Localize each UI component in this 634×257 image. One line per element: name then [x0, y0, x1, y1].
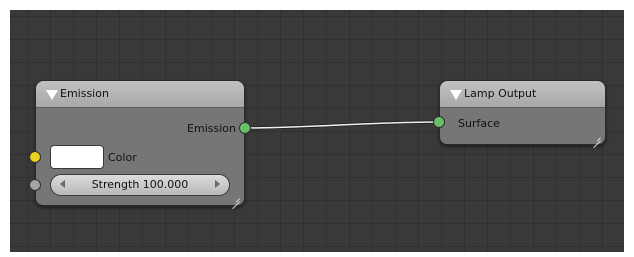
- emission-output-label: Emission: [187, 122, 236, 135]
- color-input-socket[interactable]: [29, 151, 41, 163]
- color-swatch[interactable]: [50, 145, 104, 169]
- emission-output-socket[interactable]: [239, 122, 251, 134]
- collapse-triangle-icon[interactable]: [450, 90, 462, 100]
- lamp-output-node-header[interactable]: Lamp Output: [440, 81, 605, 108]
- arrow-left-icon[interactable]: [60, 180, 65, 188]
- strength-input-socket[interactable]: [29, 179, 41, 191]
- surface-input-socket[interactable]: [433, 116, 445, 128]
- emission-node-title: Emission: [60, 87, 109, 100]
- color-label: Color: [108, 151, 137, 164]
- arrow-right-icon[interactable]: [215, 180, 220, 188]
- lamp-output-node-title: Lamp Output: [464, 87, 537, 100]
- resize-grip-icon[interactable]: [593, 133, 601, 141]
- emission-node[interactable]: Emission Emission Color Strength 100.000: [29, 80, 251, 206]
- strength-slider[interactable]: Strength 100.000: [50, 174, 230, 196]
- collapse-triangle-icon[interactable]: [46, 90, 58, 100]
- resize-grip-icon[interactable]: [232, 194, 240, 202]
- surface-label: Surface: [458, 117, 500, 130]
- emission-node-header[interactable]: Emission: [36, 81, 244, 108]
- lamp-output-node[interactable]: Lamp Output Surface: [433, 80, 606, 145]
- strength-value: Strength 100.000: [91, 178, 189, 191]
- node-editor-canvas[interactable]: Emission Emission Color Strength 100.000…: [10, 10, 624, 252]
